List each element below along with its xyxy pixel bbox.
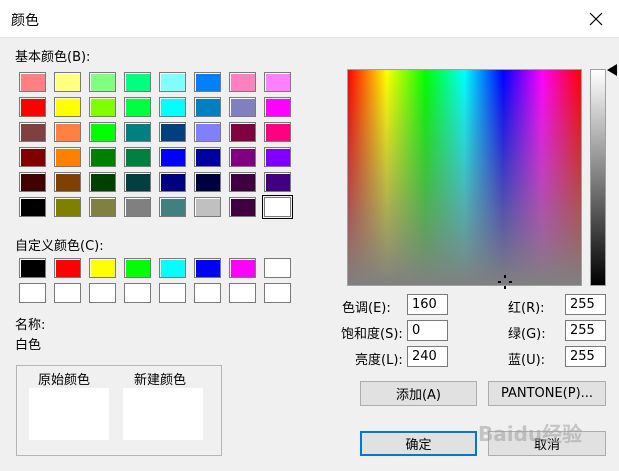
custom-color-swatch[interactable] — [54, 283, 81, 303]
basic-color-swatch[interactable] — [264, 122, 291, 142]
custom-color-swatch[interactable] — [194, 258, 221, 278]
basic-color-swatch[interactable] — [89, 147, 116, 167]
saturation-input[interactable]: 0 — [407, 320, 448, 341]
basic-colors-label: 基本颜色(B): — [15, 50, 91, 65]
basic-color-swatch[interactable] — [19, 122, 46, 142]
basic-color-swatch[interactable] — [19, 147, 46, 167]
red-input[interactable]: 255 — [565, 294, 606, 315]
basic-color-swatch[interactable] — [19, 72, 46, 92]
red-label: 红(R): — [508, 301, 545, 316]
original-color-preview — [29, 388, 109, 440]
basic-color-swatch[interactable] — [159, 122, 186, 142]
basic-color-swatch[interactable] — [89, 72, 116, 92]
green-input[interactable]: 255 — [565, 320, 606, 341]
saturation-label: 饱和度(S): — [341, 327, 403, 342]
basic-color-swatch-selected[interactable] — [262, 195, 293, 219]
custom-color-swatch[interactable] — [264, 258, 291, 278]
color-name-value: 白色 — [15, 338, 42, 353]
basic-color-swatch[interactable] — [89, 172, 116, 192]
custom-color-swatch[interactable] — [159, 283, 186, 303]
basic-color-swatch[interactable] — [124, 147, 151, 167]
blue-label: 蓝(U): — [508, 353, 546, 368]
basic-color-swatch[interactable] — [194, 72, 221, 92]
luminance-input[interactable]: 240 — [407, 346, 448, 367]
blue-input[interactable]: 255 — [565, 346, 606, 367]
luminance-label: 亮度(L): — [355, 353, 403, 368]
name-label: 名称: — [15, 318, 46, 333]
custom-color-swatch[interactable] — [159, 258, 186, 278]
basic-color-swatch[interactable] — [54, 72, 81, 92]
basic-color-swatch[interactable] — [124, 72, 151, 92]
basic-color-swatch[interactable] — [264, 147, 291, 167]
new-color-label: 新建颜色 — [134, 373, 187, 388]
basic-color-swatch[interactable] — [229, 97, 256, 117]
basic-color-swatch[interactable] — [54, 197, 81, 217]
window-title: 颜色 — [11, 13, 39, 29]
basic-color-swatch[interactable] — [124, 172, 151, 192]
luminance-slider[interactable] — [590, 69, 606, 286]
custom-color-swatch[interactable] — [229, 258, 256, 278]
basic-color-swatch[interactable] — [264, 97, 291, 117]
basic-color-swatch[interactable] — [54, 147, 81, 167]
basic-color-swatch[interactable] — [89, 97, 116, 117]
basic-color-swatch[interactable] — [229, 197, 256, 217]
basic-color-swatch[interactable] — [159, 197, 186, 217]
title-bar: 颜色 — [0, 0, 619, 38]
custom-color-swatch[interactable] — [89, 258, 116, 278]
close-button[interactable] — [573, 0, 619, 38]
crosshair-icon — [498, 275, 512, 289]
custom-color-swatch[interactable] — [19, 283, 46, 303]
luminance-arrow-icon[interactable] — [607, 64, 617, 76]
custom-color-swatch[interactable] — [89, 283, 116, 303]
basic-color-swatch[interactable] — [194, 122, 221, 142]
custom-color-swatch[interactable] — [124, 283, 151, 303]
basic-color-swatch[interactable] — [194, 197, 221, 217]
custom-color-swatch[interactable] — [194, 283, 221, 303]
basic-color-swatch[interactable] — [159, 172, 186, 192]
basic-color-swatch[interactable] — [89, 122, 116, 142]
basic-color-swatch[interactable] — [54, 172, 81, 192]
basic-color-swatch[interactable] — [19, 172, 46, 192]
add-custom-color-button[interactable]: 添加(A) — [360, 381, 477, 406]
basic-color-swatch[interactable] — [194, 172, 221, 192]
close-icon — [589, 12, 603, 26]
basic-color-swatch[interactable] — [89, 197, 116, 217]
basic-color-swatch[interactable] — [159, 97, 186, 117]
basic-color-swatch[interactable] — [229, 147, 256, 167]
new-color-preview — [123, 388, 203, 440]
basic-color-swatch[interactable] — [54, 97, 81, 117]
custom-color-swatch[interactable] — [19, 258, 46, 278]
basic-color-swatch[interactable] — [229, 122, 256, 142]
ok-button[interactable]: 确定 — [360, 431, 477, 456]
basic-color-swatch[interactable] — [124, 97, 151, 117]
basic-color-swatch[interactable] — [159, 147, 186, 167]
basic-color-swatch[interactable] — [19, 97, 46, 117]
basic-color-swatch[interactable] — [159, 72, 186, 92]
pantone-button[interactable]: PANTONE(P)... — [488, 381, 606, 406]
watermark: Baidu经验 — [478, 422, 583, 446]
basic-color-swatch[interactable] — [124, 197, 151, 217]
basic-color-swatch[interactable] — [194, 147, 221, 167]
custom-color-swatch[interactable] — [124, 258, 151, 278]
original-color-label: 原始颜色 — [38, 373, 91, 388]
basic-color-swatch[interactable] — [124, 122, 151, 142]
basic-color-swatch[interactable] — [194, 97, 221, 117]
basic-color-swatch[interactable] — [264, 172, 291, 192]
basic-color-swatch[interactable] — [264, 72, 291, 92]
color-spectrum[interactable] — [347, 69, 582, 289]
custom-color-swatch[interactable] — [264, 283, 291, 303]
custom-color-swatch[interactable] — [229, 283, 256, 303]
custom-colors-label: 自定义颜色(C): — [15, 239, 104, 254]
hue-input[interactable]: 160 — [407, 294, 448, 315]
basic-color-swatch[interactable] — [19, 197, 46, 217]
basic-color-swatch[interactable] — [229, 172, 256, 192]
green-label: 绿(G): — [508, 327, 546, 342]
hue-label: 色调(E): — [342, 301, 391, 316]
basic-color-swatch[interactable] — [54, 122, 81, 142]
custom-color-swatch[interactable] — [54, 258, 81, 278]
basic-color-swatch[interactable] — [229, 72, 256, 92]
